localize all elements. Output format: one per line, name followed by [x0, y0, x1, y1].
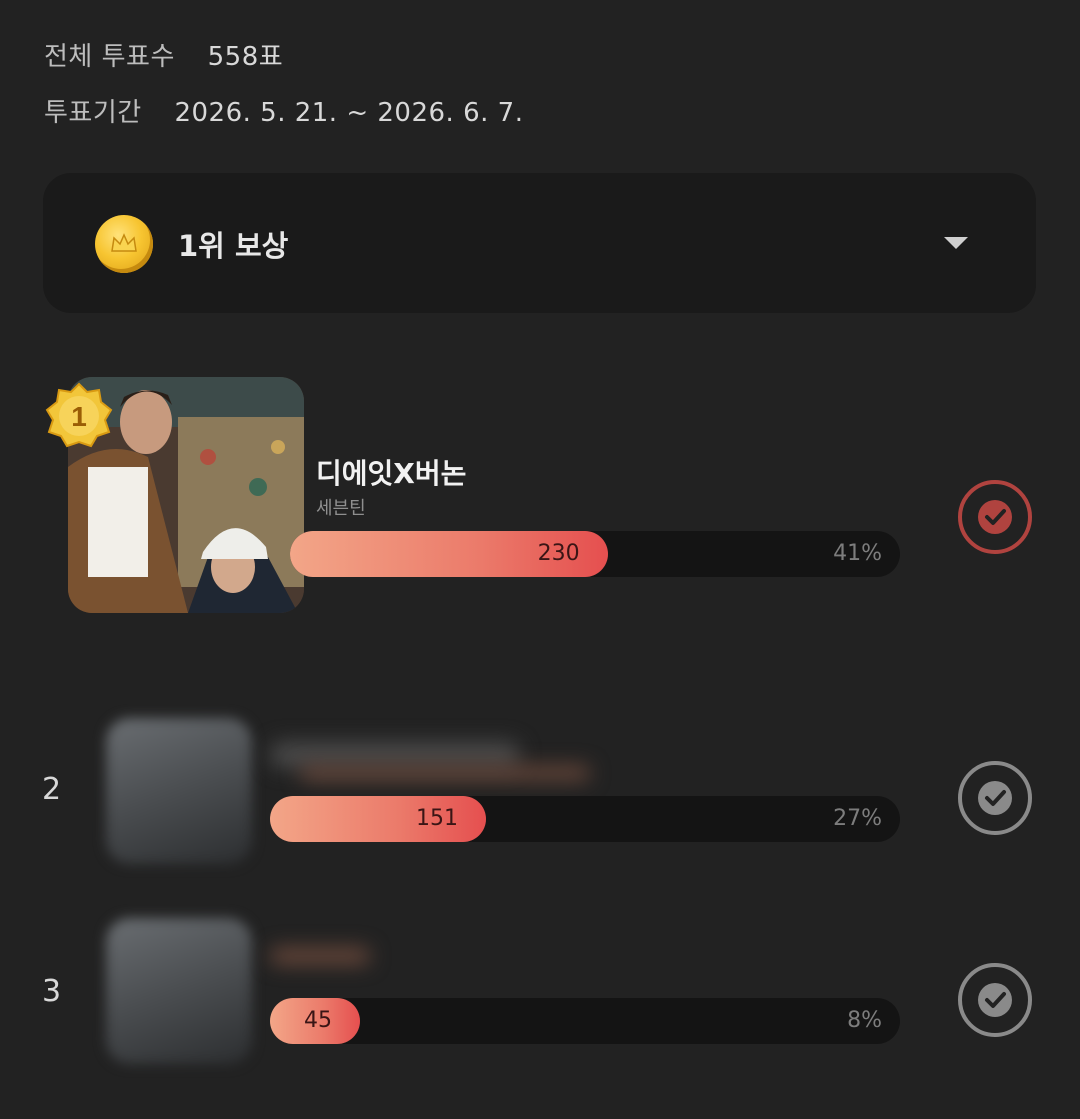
rank-number: 3: [42, 974, 62, 1009]
vote-check-button[interactable]: [957, 479, 1033, 555]
candidate-photo: [106, 718, 252, 864]
candidate-name: [270, 742, 520, 768]
coin-icon: [95, 215, 153, 273]
vote-period-label: 투표기간: [44, 98, 142, 128]
vote-count: 45: [304, 1008, 332, 1033]
reward-dropdown[interactable]: 1위 보상: [43, 173, 1036, 313]
vote-period-row: 투표기간 2026. 5. 21. ~ 2026. 6. 7.: [44, 92, 523, 129]
vote-check-button[interactable]: [957, 962, 1033, 1038]
reward-title: 1위 보상: [178, 229, 289, 263]
vote-percent: 8%: [847, 1008, 882, 1033]
vote-bar-fill: 151: [270, 796, 487, 842]
vote-period-value: 2026. 5. 21. ~ 2026. 6. 7.: [174, 98, 524, 128]
candidate-name: [270, 948, 370, 964]
total-votes-value: 558표: [207, 42, 284, 72]
total-votes-row: 전체 투표수 558표: [44, 36, 283, 73]
svg-text:1: 1: [71, 401, 87, 432]
vote-check-button[interactable]: [957, 760, 1033, 836]
vote-bar: 151 27%: [270, 796, 900, 842]
rank-1-badge: 1: [43, 380, 115, 452]
candidate-photo: [106, 918, 252, 1064]
vote-count: 151: [416, 806, 459, 831]
rank-number: 2: [42, 772, 62, 807]
vote-bar-fill: 45: [270, 998, 360, 1044]
candidate-name: 디에잇X버논: [316, 457, 467, 490]
chevron-down-icon[interactable]: [944, 237, 968, 249]
total-votes-label: 전체 투표수: [44, 42, 175, 72]
vote-bar-fill: 230: [290, 531, 608, 577]
vote-percent: 27%: [833, 806, 882, 831]
vote-bar: 230 41%: [290, 531, 900, 577]
candidate-group: 세븐틴: [316, 498, 366, 519]
candidate-group: [300, 766, 590, 780]
vote-count: 230: [537, 541, 580, 566]
vote-bar: 45 8%: [270, 998, 900, 1044]
vote-percent: 41%: [833, 541, 882, 566]
